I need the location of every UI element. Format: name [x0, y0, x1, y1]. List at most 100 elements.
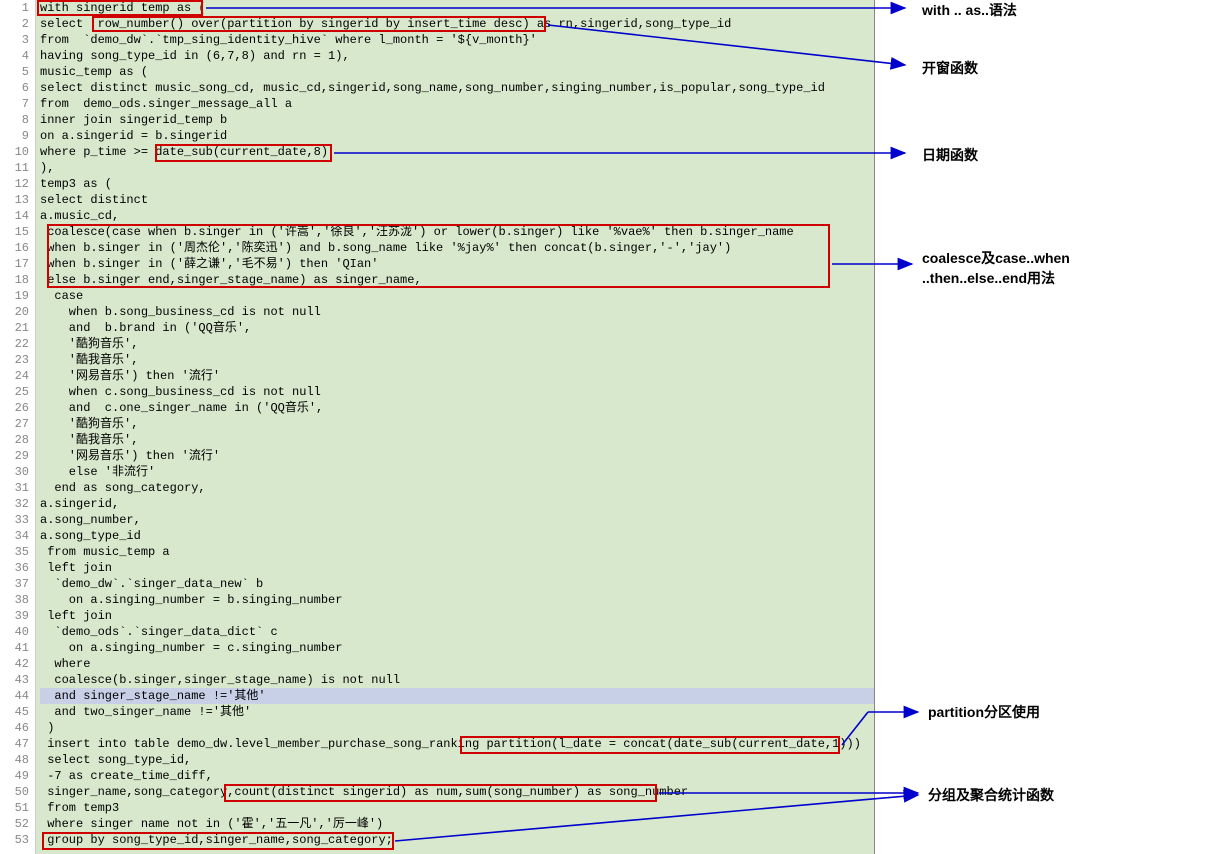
line-number: 9 — [0, 128, 29, 144]
line-number: 45 — [0, 704, 29, 720]
line-number: 15 — [0, 224, 29, 240]
line-number: 29 — [0, 448, 29, 464]
code-line[interactable]: on a.singing_number = c.singing_number — [40, 640, 874, 656]
code-line[interactable]: select song_type_id, — [40, 752, 874, 768]
line-number: 32 — [0, 496, 29, 512]
code-line[interactable]: select distinct — [40, 192, 874, 208]
code-line[interactable]: else '非流行' — [40, 464, 874, 480]
line-number: 1 — [0, 0, 29, 16]
code-line[interactable]: left join — [40, 608, 874, 624]
annotation-groupby-agg: 分组及聚合统计函数 — [928, 785, 1054, 805]
line-number: 46 — [0, 720, 29, 736]
line-number: 8 — [0, 112, 29, 128]
line-number: 40 — [0, 624, 29, 640]
annotation-coalesce-case: coalesce及case..when ..then..else..end用法 — [922, 248, 1070, 288]
line-number: 25 — [0, 384, 29, 400]
code-line[interactable]: '酷我音乐', — [40, 432, 874, 448]
line-number: 11 — [0, 160, 29, 176]
line-number: 23 — [0, 352, 29, 368]
code-line[interactable]: ) — [40, 720, 874, 736]
line-number: 10 — [0, 144, 29, 160]
line-number: 39 — [0, 608, 29, 624]
line-number: 37 — [0, 576, 29, 592]
line-number: 53 — [0, 832, 29, 848]
code-line[interactable]: inner join singerid_temp b — [40, 112, 874, 128]
code-line[interactable]: on a.singing_number = b.singing_number — [40, 592, 874, 608]
code-line[interactable]: coalesce(b.singer,singer_stage_name) is … — [40, 672, 874, 688]
annotation-partition: partition分区使用 — [928, 702, 1040, 722]
code-line[interactable]: from demo_ods.singer_message_all a — [40, 96, 874, 112]
line-number: 35 — [0, 544, 29, 560]
code-line[interactable]: `demo_ods`.`singer_data_dict` c — [40, 624, 874, 640]
line-number: 6 — [0, 80, 29, 96]
annotation-date-function: 日期函数 — [922, 145, 978, 165]
code-line[interactable]: group by song_type_id,singer_name,song_c… — [40, 832, 874, 848]
line-number: 20 — [0, 304, 29, 320]
line-number: 16 — [0, 240, 29, 256]
code-line[interactable]: case — [40, 288, 874, 304]
code-line[interactable]: coalesce(case when b.singer in ('许嵩','徐良… — [40, 224, 874, 240]
code-line[interactable]: when c.song_business_cd is not null — [40, 384, 874, 400]
code-line[interactable]: select row_number() over(partition by si… — [40, 16, 874, 32]
code-line[interactable]: a.singerid, — [40, 496, 874, 512]
code-line[interactable]: where singer name not in ('霍','五一凡','厉一峰… — [40, 816, 874, 832]
code-line[interactable]: having song_type_id in (6,7,8) and rn = … — [40, 48, 874, 64]
code-line[interactable]: and singer_stage_name !='其他' — [40, 688, 874, 704]
code-line[interactable]: when b.singer in ('薛之谦','毛不易') then 'QIa… — [40, 256, 874, 272]
code-line[interactable]: else b.singer end,singer_stage_name) as … — [40, 272, 874, 288]
line-number: 36 — [0, 560, 29, 576]
line-number: 26 — [0, 400, 29, 416]
code-line[interactable]: end as song_category, — [40, 480, 874, 496]
code-line[interactable]: '酷我音乐', — [40, 352, 874, 368]
line-number: 44 — [0, 688, 29, 704]
code-line[interactable]: left join — [40, 560, 874, 576]
line-number: 52 — [0, 816, 29, 832]
code-editor[interactable]: 1234567891011121314151617181920212223242… — [0, 0, 875, 854]
code-line[interactable]: -7 as create_time_diff, — [40, 768, 874, 784]
line-number: 33 — [0, 512, 29, 528]
line-number: 51 — [0, 800, 29, 816]
code-line[interactable]: and c.one_singer_name in ('QQ音乐', — [40, 400, 874, 416]
code-line[interactable]: with singerid temp as ( — [40, 0, 874, 16]
code-line[interactable]: music_temp as ( — [40, 64, 874, 80]
line-number: 7 — [0, 96, 29, 112]
code-line[interactable]: '酷狗音乐', — [40, 336, 874, 352]
line-number: 28 — [0, 432, 29, 448]
code-line[interactable]: insert into table demo_dw.level_member_p… — [40, 736, 874, 752]
code-line[interactable]: from temp3 — [40, 800, 874, 816]
code-line[interactable]: and two_singer_name !='其他' — [40, 704, 874, 720]
line-number: 24 — [0, 368, 29, 384]
code-line[interactable]: select distinct music_song_cd, music_cd,… — [40, 80, 874, 96]
code-line[interactable]: '网易音乐') then '流行' — [40, 448, 874, 464]
code-line[interactable]: temp3 as ( — [40, 176, 874, 192]
code-line[interactable]: '网易音乐') then '流行' — [40, 368, 874, 384]
line-number: 47 — [0, 736, 29, 752]
line-number: 14 — [0, 208, 29, 224]
code-line[interactable]: ), — [40, 160, 874, 176]
code-line[interactable]: from `demo_dw`.`tmp_sing_identity_hive` … — [40, 32, 874, 48]
code-line[interactable]: where p_time >= date_sub(current_date,8) — [40, 144, 874, 160]
code-line[interactable]: from music_temp a — [40, 544, 874, 560]
code-line[interactable]: when b.song_business_cd is not null — [40, 304, 874, 320]
line-number: 48 — [0, 752, 29, 768]
code-line[interactable]: where — [40, 656, 874, 672]
code-line[interactable]: when b.singer in ('周杰伦','陈奕迅') and b.son… — [40, 240, 874, 256]
code-line[interactable]: a.song_number, — [40, 512, 874, 528]
line-number: 22 — [0, 336, 29, 352]
line-number: 41 — [0, 640, 29, 656]
code-line[interactable]: '酷狗音乐', — [40, 416, 874, 432]
code-line[interactable]: and b.brand in ('QQ音乐', — [40, 320, 874, 336]
line-number: 21 — [0, 320, 29, 336]
code-content[interactable]: with singerid temp as (select row_number… — [36, 0, 874, 848]
code-line[interactable]: singer_name,song_category,count(distinct… — [40, 784, 874, 800]
line-number: 17 — [0, 256, 29, 272]
annotation-window-function: 开窗函数 — [922, 58, 978, 78]
code-line[interactable]: `demo_dw`.`singer_data_new` b — [40, 576, 874, 592]
line-number: 34 — [0, 528, 29, 544]
line-number-gutter: 1234567891011121314151617181920212223242… — [0, 0, 36, 854]
code-line[interactable]: a.song_type_id — [40, 528, 874, 544]
code-line[interactable]: on a.singerid = b.singerid — [40, 128, 874, 144]
code-line[interactable]: a.music_cd, — [40, 208, 874, 224]
line-number: 2 — [0, 16, 29, 32]
line-number: 4 — [0, 48, 29, 64]
